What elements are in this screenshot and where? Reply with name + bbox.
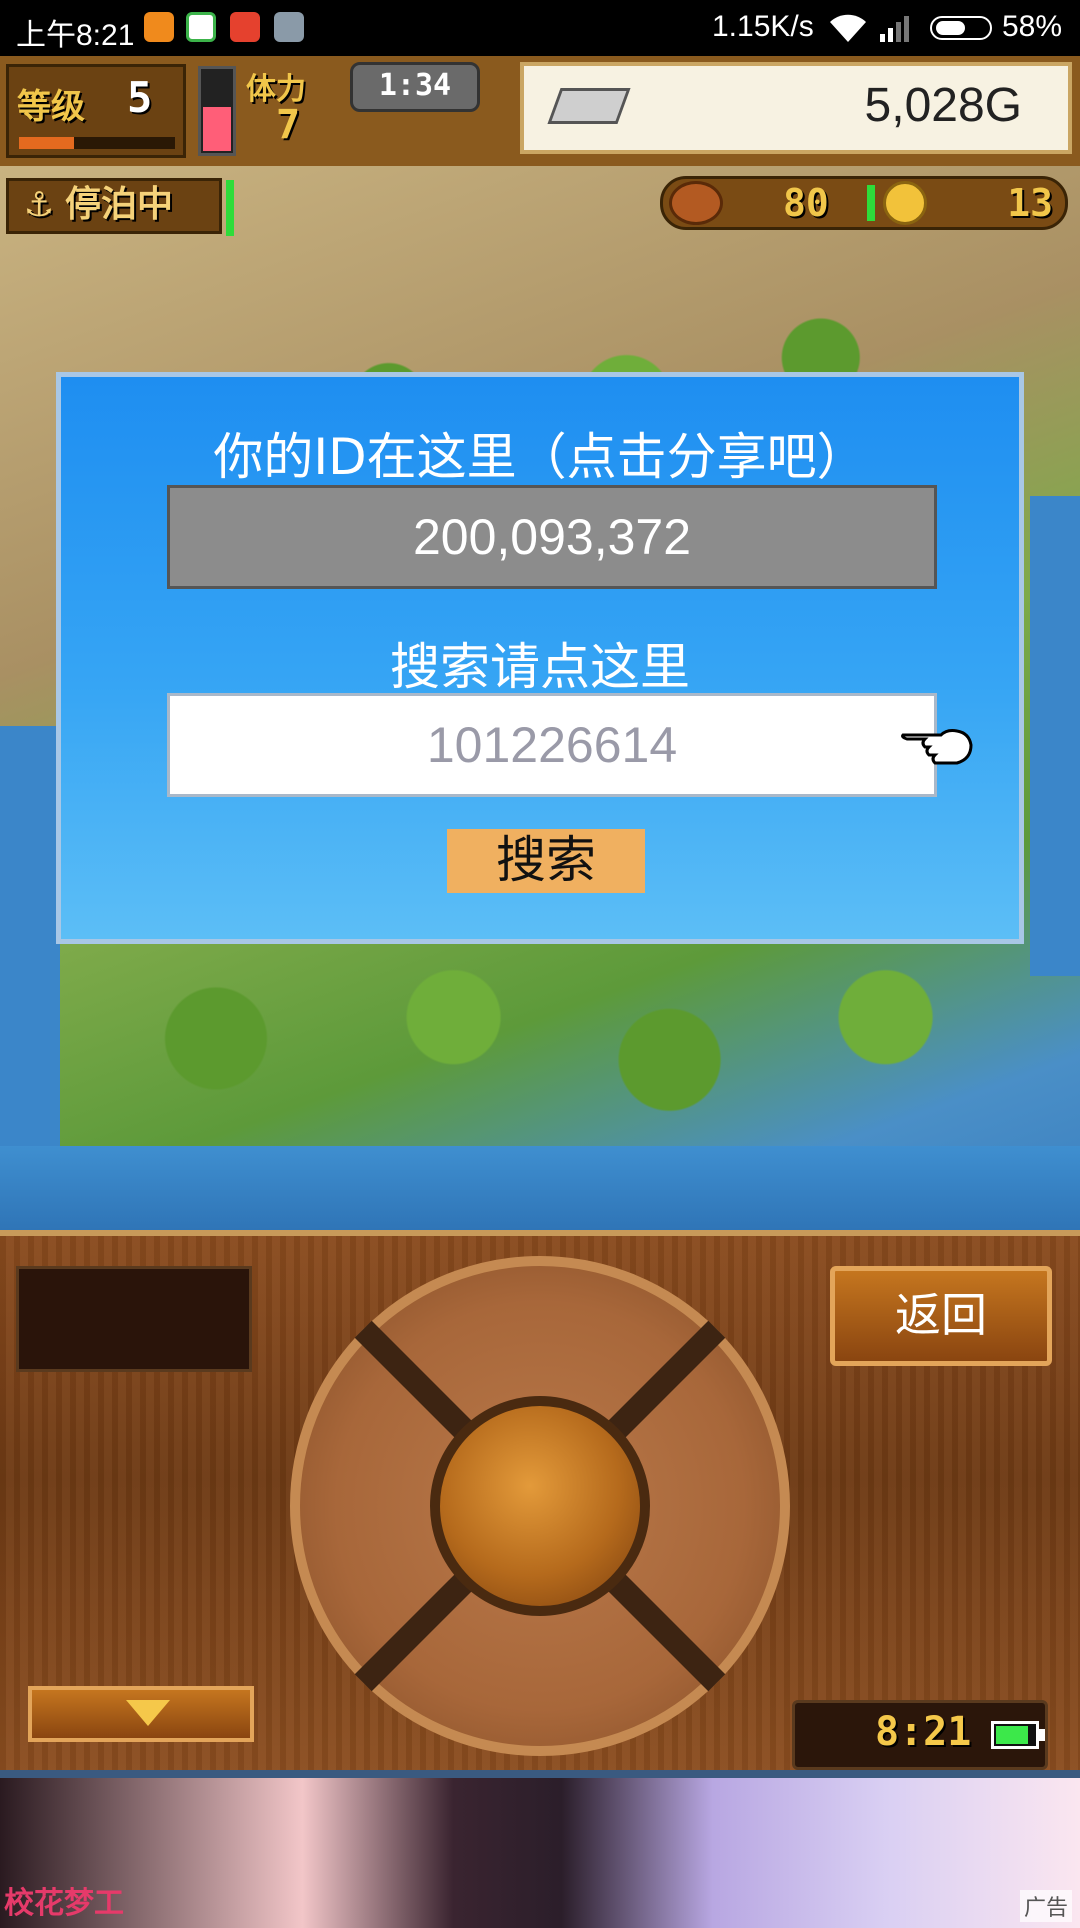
expand-down-button[interactable]: [28, 1686, 254, 1742]
coin-icon: [883, 181, 927, 225]
gold-value: 5,028G: [864, 79, 1022, 132]
battery-fill: [936, 21, 965, 35]
xp-fill: [19, 137, 74, 149]
search-button[interactable]: 搜索: [447, 829, 645, 893]
chevron-down-icon: [126, 1700, 170, 1726]
direction-pad[interactable]: [290, 1256, 790, 1756]
anchor-icon: ⚓: [23, 185, 55, 225]
status-time: 上午8:21: [16, 19, 135, 52]
water-bottom: [0, 1146, 1080, 1230]
stamina-timer: 1:34: [350, 62, 480, 112]
item-slot: [16, 1266, 252, 1372]
level-panel: 等级 5: [6, 64, 186, 158]
stamina-fill: [203, 107, 231, 151]
food-count: 80: [783, 181, 829, 225]
status-bar: 上午8:21 1.15K/s 58%: [0, 0, 1080, 56]
notes-icon: [274, 12, 304, 42]
anchor-status-panel[interactable]: ⚓ 停泊中: [6, 178, 222, 234]
game-battery-icon: [991, 1721, 1039, 1749]
wifi-icon: [830, 14, 866, 42]
ad-logo: 校花梦工: [4, 1886, 124, 1921]
controller-panel: 返回 8:21: [0, 1230, 1080, 1776]
battery-percent: 58%: [1002, 10, 1063, 43]
meat-icon: [669, 181, 723, 225]
level-value: 5: [127, 73, 153, 122]
dpad-center-button[interactable]: [430, 1396, 650, 1616]
coin-count: 13: [1007, 181, 1053, 225]
resource-panel: 80 13: [660, 176, 1068, 230]
dialog-title: 你的ID在这里（点击分享吧）: [213, 428, 867, 486]
anchor-status-text: 停泊中: [65, 184, 174, 225]
friend-id-dialog: 你的ID在这里（点击分享吧） 200,093,372 搜索请点这里 101226…: [56, 372, 1024, 944]
search-label: 搜索请点这里: [390, 638, 690, 696]
game-clock-panel: 8:21: [792, 1700, 1048, 1770]
sogou-icon: [230, 12, 260, 42]
signal-icon: [880, 16, 909, 42]
stamina-value: 7: [276, 102, 301, 148]
ad-label: 广告: [1019, 1890, 1072, 1922]
back-button[interactable]: 返回: [830, 1266, 1052, 1366]
game-battery-fill: [996, 1726, 1029, 1744]
water-right: [1030, 496, 1080, 976]
uc-browser-icon: [144, 12, 174, 42]
player-id-share-box[interactable]: 200,093,372: [167, 485, 937, 589]
pointing-hand-icon: [901, 729, 973, 765]
search-id-input[interactable]: 101226614: [167, 693, 937, 797]
status-strip: [226, 180, 234, 236]
pinwheel-app-icon: [186, 12, 216, 42]
ad-banner[interactable]: 校花梦工 广告: [0, 1770, 1080, 1928]
game-hud: 等级 5 体力 7 1:34 5,028G: [0, 56, 1080, 169]
game-clock: 8:21: [875, 1709, 972, 1755]
network-speed: 1.15K/s: [712, 10, 814, 43]
battery-icon: [930, 16, 992, 40]
xp-bar: [19, 137, 175, 149]
stamina-gauge: [198, 66, 236, 156]
gold-panel: 5,028G: [520, 62, 1072, 154]
resource-divider: [867, 185, 875, 221]
level-label: 等级: [17, 87, 85, 127]
silver-bar-icon: [547, 88, 631, 124]
game-battery-tip: [1039, 1729, 1045, 1741]
